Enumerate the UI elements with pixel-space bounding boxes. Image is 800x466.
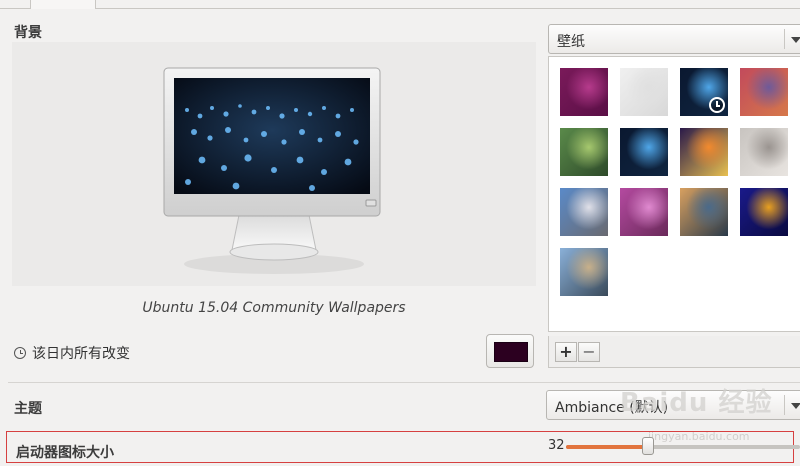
wallpaper-thumb-pink-flower[interactable]: [620, 188, 668, 236]
wallpaper-source-select[interactable]: 壁纸: [548, 24, 800, 54]
clock-icon: [14, 347, 26, 359]
selected-clock-icon: [709, 97, 725, 113]
wallpaper-source-value: 壁纸: [557, 34, 585, 50]
wallpaper-thumb-pink-fractal[interactable]: [740, 68, 788, 116]
launcher-size-slider-fill: [566, 445, 648, 449]
change-rule-row: 该日内所有改变: [14, 343, 130, 363]
wallpaper-grid: [548, 56, 800, 332]
wallpaper-thumb-blue-lights-2[interactable]: [620, 128, 668, 176]
combo-separator: [784, 395, 785, 415]
launcher-size-value: 32: [548, 438, 565, 453]
chevron-down-icon: [791, 37, 800, 43]
wallpaper-preview: [12, 42, 536, 286]
color-picker-button[interactable]: [486, 334, 534, 368]
launcher-size-slider-handle[interactable]: [642, 437, 654, 455]
change-rule-label: 该日内所有改变: [32, 346, 130, 362]
wallpaper-thumb-beach-sky[interactable]: [560, 188, 608, 236]
wallpaper-thumb-stones[interactable]: [740, 128, 788, 176]
combo-separator: [784, 29, 785, 49]
watermark-logo: Baidu 经验: [620, 388, 773, 418]
wallpaper-toolbar: + −: [548, 336, 800, 368]
wallpaper-thumb-sea-rocks[interactable]: [680, 188, 728, 236]
tab-strip: [0, 0, 800, 9]
wallpaper-thumb-blue-lights[interactable]: [680, 68, 728, 116]
wallpaper-thumb-blue-orange-bokeh[interactable]: [740, 188, 788, 236]
wallpaper-thumb-concert-crowd[interactable]: [680, 128, 728, 176]
wallpaper-thumb-light-gray[interactable]: [620, 68, 668, 116]
chevron-down-icon: [791, 403, 800, 409]
wallpaper-caption: Ubuntu 15.04 Community Wallpapers: [142, 300, 406, 316]
wallpaper-thumb-purple-gradient[interactable]: [560, 68, 608, 116]
tab-appearance[interactable]: [30, 0, 96, 9]
launcher-size-label: 启动器图标大小: [16, 445, 114, 461]
background-section-label: 背景: [14, 25, 42, 41]
add-wallpaper-button[interactable]: +: [555, 342, 577, 362]
color-swatch: [494, 342, 528, 362]
theme-section-label: 主题: [14, 401, 42, 417]
remove-wallpaper-button[interactable]: −: [578, 342, 600, 362]
wallpaper-thumb-grass-sunset[interactable]: [560, 248, 608, 296]
monitor-preview-image: [163, 67, 381, 274]
wallpaper-thumb-green-mantis[interactable]: [560, 128, 608, 176]
